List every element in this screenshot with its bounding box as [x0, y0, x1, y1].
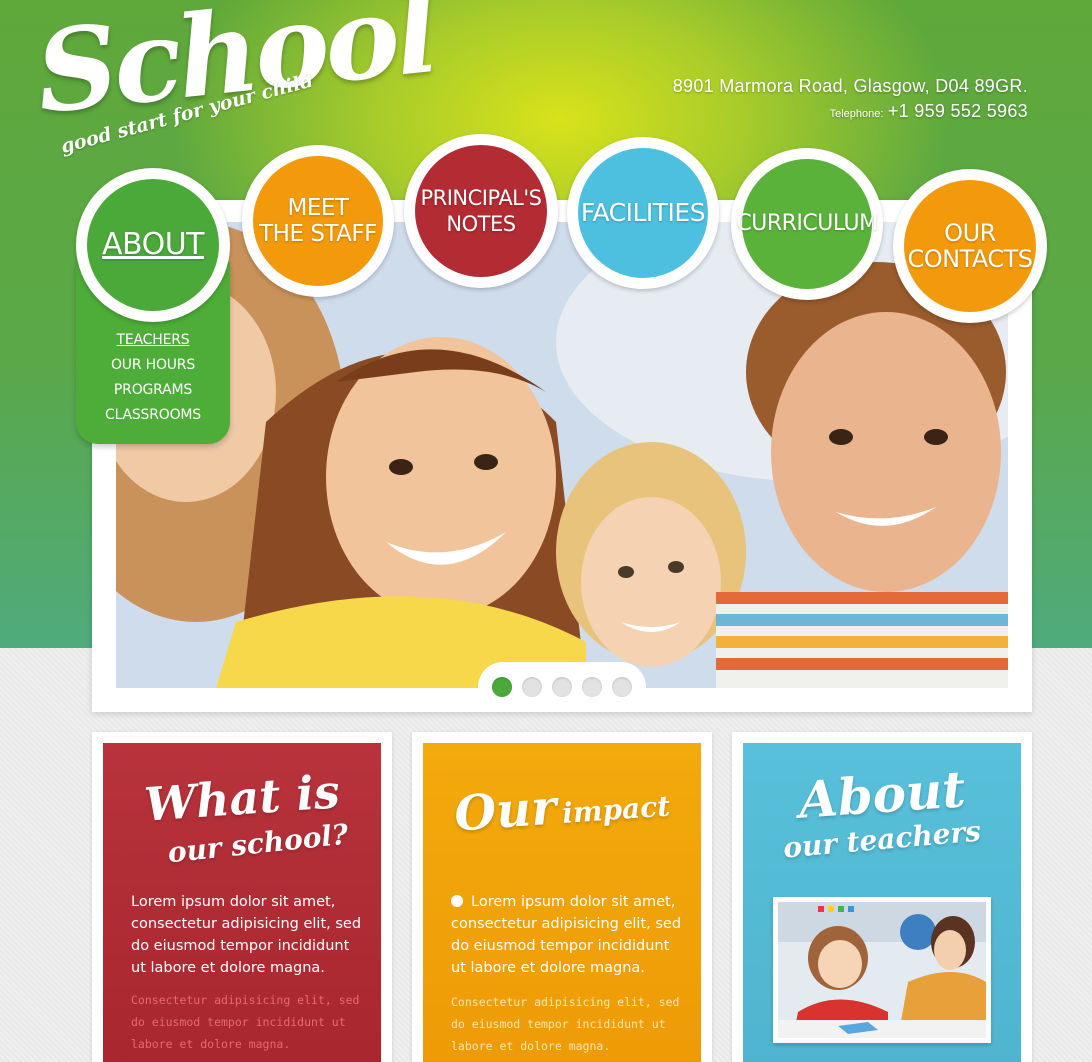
teacher-with-child-image — [778, 902, 986, 1038]
address: 8901 Marmora Road, Glasgow, D04 89GR. — [672, 76, 1028, 96]
card-body-text: Lorem ipsum dolor sit amet, consectetur … — [451, 891, 687, 979]
children-photo — [116, 222, 1008, 688]
bullet-icon — [451, 895, 463, 907]
nav-item-curriculum[interactable]: CURRICULUM — [731, 148, 883, 300]
submenu-item-our-hours[interactable]: OUR HOURS — [76, 353, 230, 378]
submenu-item-teachers[interactable]: TEACHERS — [76, 328, 230, 353]
nav-item-about[interactable]: ABOUT — [76, 168, 230, 322]
nav-label-curriculum: CURRICULUM — [736, 211, 878, 236]
contact-info: 8901 Marmora Road, Glasgow, D04 89GR. Te… — [673, 76, 1028, 122]
slider-dot-1[interactable] — [492, 677, 512, 697]
telephone-line: Telephone: +1 959 552 5963 — [673, 101, 1028, 122]
slider-dot-5[interactable] — [612, 677, 632, 697]
nav-item-facilities-circle: FACILITIES — [578, 148, 708, 278]
slider-image — [116, 222, 1008, 688]
nav-label-facilities: FACILITIES — [580, 198, 706, 227]
teacher-photo-image — [778, 902, 986, 1038]
slider-dot-3[interactable] — [552, 677, 572, 697]
telephone-label: Telephone: — [829, 108, 884, 120]
nav-label-meet-the-staff: MEET THE STAFF — [259, 195, 377, 247]
submenu-item-classrooms[interactable]: CLASSROOMS — [76, 403, 230, 428]
slider-dot-2[interactable] — [522, 677, 542, 697]
teacher-photo[interactable] — [773, 897, 991, 1043]
card-title-small: impact — [561, 789, 672, 830]
card-our-impact-title: Our impact — [423, 769, 701, 844]
card-small-text: Consectetur adipisicing elit, sed do eiu… — [451, 995, 680, 1053]
logo-word: School — [30, 0, 441, 139]
card-small-text: Consectetur adipisicing elit, sed do eiu… — [131, 993, 360, 1051]
nav-item-our-contacts[interactable]: OUR CONTACTS — [893, 169, 1047, 323]
nav-label-about: ABOUT — [102, 227, 204, 262]
nav-item-meet-the-staff-circle: MEET THE STAFF — [253, 156, 383, 286]
telephone-number: +1 959 552 5963 — [887, 101, 1028, 121]
card-what-is-our-school: What is our school? Lorem ipsum dolor si… — [92, 732, 392, 1062]
card-about-our-teachers: About our teachers — [732, 732, 1032, 1062]
slider — [92, 200, 1032, 712]
card-our-impact: Our impact Lorem ipsum dolor sit amet, c… — [412, 732, 712, 1062]
nav-item-about-circle: ABOUT — [87, 179, 219, 311]
nav-label-our-contacts: OUR CONTACTS — [907, 219, 1033, 273]
nav-item-curriculum-circle: CURRICULUM — [736, 159, 878, 289]
nav-item-principals-notes[interactable]: PRINCIPAL'S NOTES — [404, 134, 558, 288]
card-body-content: Lorem ipsum dolor sit amet, consectetur … — [451, 894, 682, 976]
card-about-our-teachers-panel: About our teachers — [743, 743, 1021, 1062]
nav-item-meet-the-staff[interactable]: MEET THE STAFF — [242, 145, 394, 297]
nav-item-principals-notes-circle: PRINCIPAL'S NOTES — [415, 145, 547, 277]
submenu-item-programs[interactable]: PROGRAMS — [76, 378, 230, 403]
card-title-big: Our — [452, 779, 559, 843]
card-our-impact-panel: Our impact Lorem ipsum dolor sit amet, c… — [423, 743, 701, 1062]
card-body-text: Lorem ipsum dolor sit amet, consectetur … — [131, 894, 362, 976]
card-what-is-our-school-panel: What is our school? Lorem ipsum dolor si… — [103, 743, 381, 1062]
nav-item-facilities[interactable]: FACILITIES — [567, 137, 719, 289]
nav-label-principals-notes: PRINCIPAL'S NOTES — [420, 186, 542, 236]
slider-dot-4[interactable] — [582, 677, 602, 697]
slider-pager — [478, 662, 646, 712]
nav-item-our-contacts-circle: OUR CONTACTS — [904, 180, 1036, 312]
